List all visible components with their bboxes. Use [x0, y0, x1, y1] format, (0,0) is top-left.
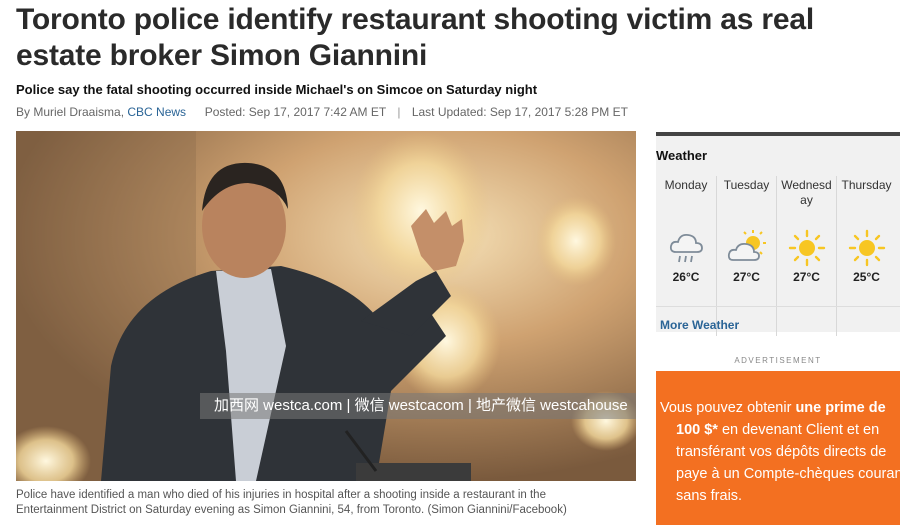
weather-day-name: Monday [664, 178, 708, 192]
weather-day-name: Thursday [841, 178, 892, 192]
weather-widget: Weather Monday 26°C Tuesday 27°C Wednesd… [656, 132, 900, 336]
ad-line1-bold: une prime de [795, 400, 886, 416]
byline-source-link[interactable]: CBC News [127, 105, 186, 119]
rain-cloud-icon [669, 233, 703, 263]
byline-author: By Muriel Draaisma, [16, 105, 125, 119]
byline-updated: Last Updated: Sep 17, 2017 5:28 PM ET [411, 105, 628, 119]
more-weather-link[interactable]: More Weather [656, 306, 900, 336]
photo-watermark: 加西网 westca.com | 微信 westcacom | 地产微信 wes… [200, 393, 636, 419]
partly-cloudy-icon [727, 230, 766, 261]
ad-copy: Vous pouvez obtenir une prime de 100 $* … [660, 397, 900, 507]
article-photo[interactable]: 加西网 westca.com | 微信 westcacom | 地产微信 wes… [16, 131, 636, 481]
weather-day-temp: 26°C [672, 270, 700, 284]
weather-day-name: Tuesday [723, 178, 770, 192]
advertisement-banner[interactable]: Vous pouvez obtenir une prime de 100 $* … [656, 371, 900, 525]
byline-separator: | [397, 105, 401, 119]
photo-caption: Police have identified a man who died of… [16, 489, 567, 516]
sun-icon [848, 229, 885, 267]
article-subhead: Police say the fatal shooting occurred i… [16, 82, 538, 97]
ad-line2: en devenant Client et en [717, 422, 880, 438]
ad-line2-bold: 100 $* [676, 422, 718, 438]
ad-line4: paye à un Compte-chèques courant [676, 466, 900, 482]
article-headline: Toronto police identify restaurant shoot… [16, 3, 814, 72]
ad-line1: Vous pouvez obtenir [660, 400, 796, 416]
weather-day-name: Wednesday [781, 178, 832, 207]
byline-posted: Posted: Sep 17, 2017 7:42 AM ET [204, 105, 386, 119]
weather-title: Weather [656, 148, 708, 163]
ad-line3: transférant vos dépôts directs de [676, 444, 887, 460]
weather-day-temp: 27°C [733, 270, 760, 284]
byline: By Muriel Draaisma, CBC News Posted: Sep… [16, 105, 628, 119]
advertisement-label: ADVERTISEMENT [734, 356, 822, 365]
sun-icon [788, 229, 825, 267]
photo-illustration [16, 131, 636, 481]
ad-line5: sans frais. [676, 488, 743, 504]
weather-day-temp: 25°C [853, 270, 880, 284]
weather-day-temp: 27°C [793, 270, 820, 284]
